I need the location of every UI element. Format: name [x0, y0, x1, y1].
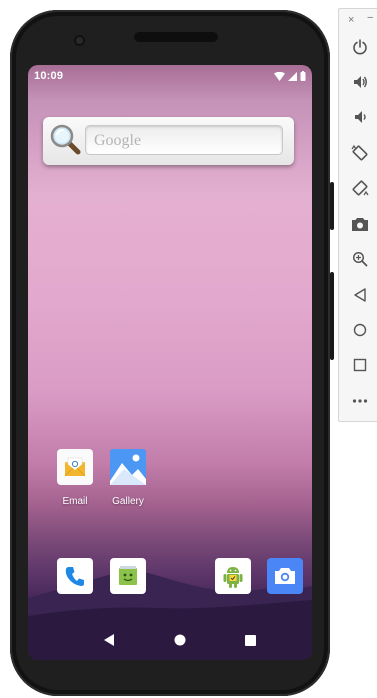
nav-back-button[interactable]: [99, 630, 119, 650]
status-time: 10:09: [34, 70, 64, 82]
dock-app-messages[interactable]: [98, 558, 158, 594]
emulator-close-button[interactable]: ×: [348, 14, 354, 26]
screenshot-button[interactable]: [345, 210, 375, 238]
app-label-email: Email: [62, 496, 88, 507]
dock-app-phone[interactable]: [45, 558, 105, 594]
rotate-left-icon: [351, 144, 368, 161]
earpiece-speaker: [134, 32, 218, 42]
battery-icon: [300, 71, 306, 81]
messages-icon: [119, 566, 137, 585]
phone-app-tile: [57, 558, 93, 594]
power-icon: [353, 39, 367, 55]
search-input[interactable]: Google: [85, 125, 283, 155]
emulator-toolbar: × −: [338, 8, 377, 422]
email-app-tile: [57, 449, 93, 485]
android-app-tile: [215, 558, 251, 594]
zoom-button[interactable]: [345, 245, 375, 273]
volume-up-icon: [354, 76, 367, 88]
google-search-widget[interactable]: Google: [43, 117, 294, 165]
email-icon: [64, 457, 86, 477]
emulator-window-controls: × −: [339, 11, 377, 29]
more-dots-icon: [352, 399, 368, 403]
back-button[interactable]: [345, 281, 375, 309]
back-triangle-icon: [104, 634, 114, 646]
rotate-left-button[interactable]: [345, 139, 375, 167]
overview-icon: [353, 358, 367, 372]
dock-app-camera[interactable]: [255, 558, 312, 594]
navigation-bar: [28, 625, 312, 655]
wifi-icon: [274, 71, 285, 81]
home-button[interactable]: [345, 316, 375, 344]
phone-frame: 10:09 Google Email Gallery: [10, 10, 334, 696]
app-gallery[interactable]: Gallery: [98, 449, 158, 507]
magnifier-icon: [50, 124, 81, 155]
power-button[interactable]: [345, 33, 375, 61]
overview-square-icon: [244, 634, 256, 646]
camera-icon: [275, 568, 295, 584]
zoom-icon: [352, 251, 368, 267]
signal-icon: [288, 71, 297, 81]
status-icons: [274, 70, 306, 82]
more-button[interactable]: [345, 387, 375, 415]
screenshot-camera-icon: [352, 218, 368, 231]
camera-app-tile: [267, 558, 303, 594]
status-bar: 10:09: [28, 65, 312, 87]
app-label-gallery: Gallery: [112, 496, 144, 507]
emulator-minimize-button[interactable]: −: [367, 12, 373, 24]
volume-up-button[interactable]: [345, 68, 375, 96]
phone-icon: [65, 567, 84, 586]
back-icon: [354, 288, 366, 302]
gallery-icon: [110, 449, 146, 485]
front-camera: [74, 35, 85, 46]
side-button-power: [330, 182, 334, 230]
rotate-right-icon: [352, 180, 369, 196]
nav-overview-button[interactable]: [240, 630, 260, 650]
home-icon: [353, 323, 367, 337]
nav-home-button[interactable]: [170, 630, 190, 650]
volume-down-icon: [355, 111, 366, 123]
gallery-app-tile: [110, 449, 146, 485]
android-icon: [223, 567, 243, 588]
home-screen: 10:09 Google Email Gallery: [28, 65, 312, 660]
overview-button[interactable]: [345, 351, 375, 379]
app-email[interactable]: Email: [45, 449, 105, 507]
side-button-volume: [330, 272, 334, 360]
messages-app-tile: [110, 558, 146, 594]
home-circle-icon: [174, 634, 186, 646]
dock-app-android[interactable]: [203, 558, 263, 594]
volume-down-button[interactable]: [345, 103, 375, 131]
rotate-right-button[interactable]: [345, 174, 375, 202]
